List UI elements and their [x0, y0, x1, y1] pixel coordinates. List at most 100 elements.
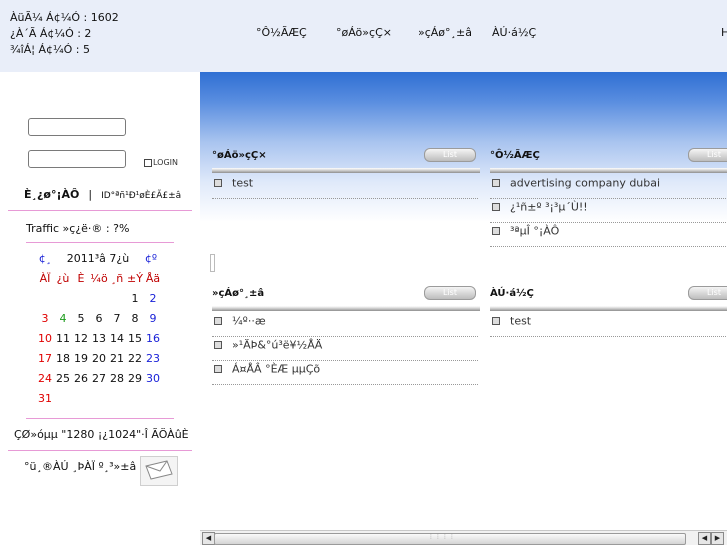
calendar-day[interactable]: 11: [54, 332, 72, 345]
calendar-day[interactable]: 6: [90, 312, 108, 325]
prev-month-icon[interactable]: ¢¸: [36, 252, 54, 265]
list-item: ¼º··æ: [212, 314, 478, 337]
checkbox-icon: [144, 158, 152, 167]
calendar-day[interactable]: 17: [36, 352, 54, 365]
nav-cut-item[interactable]: H: [721, 26, 727, 39]
calendar-week: 31: [36, 392, 166, 410]
resolution-note: ÇØ»óµµ "1280 ¡¿1024"·Î ÃÖÀûÈ­: [14, 428, 189, 441]
calendar-day[interactable]: 25: [54, 372, 72, 385]
calendar-day[interactable]: 21: [108, 352, 126, 365]
next-month-icon[interactable]: ¢º: [142, 252, 160, 265]
notice-board: °øÁö»çÇ× List test: [212, 148, 482, 270]
calendar-day[interactable]: 3: [36, 312, 54, 325]
horizontal-scrollbar[interactable]: ◀ ⋮⋮⋮⋮ ◀ ▶: [200, 530, 727, 545]
password-input[interactable]: [28, 150, 126, 168]
post-link[interactable]: ¼º··æ: [232, 315, 266, 328]
calendar-day[interactable]: 15: [126, 332, 144, 345]
weekday-label: ±Ý: [127, 272, 143, 285]
calendar-day[interactable]: 10: [36, 332, 54, 345]
calendar-day[interactable]: 14: [108, 332, 126, 345]
post-link[interactable]: ¿¹ñ±º ³¡³µ´Ù!!: [510, 201, 588, 214]
calendar-header: ¢¸ 2011³â 7¿ù ¢º: [36, 252, 166, 270]
calendar-day[interactable]: 9: [144, 312, 162, 325]
yesterday-visits: ¾îÁ¦ Á¢¼Ó : 5: [10, 43, 90, 56]
traffic-usage: Traffic »ç¿ë·® : ?%: [26, 222, 130, 235]
board-title[interactable]: °øÁö»çÇ×: [212, 150, 267, 164]
board-title[interactable]: °Ô½ÃÆÇ: [490, 150, 540, 164]
post-link[interactable]: test: [510, 315, 531, 328]
weekday-label: ¼ö: [90, 272, 108, 285]
calendar-day[interactable]: 30: [144, 372, 162, 385]
list-item: test: [212, 176, 478, 199]
join-link[interactable]: È¸¿ø°¡ÀÔ: [24, 188, 79, 201]
scroll-right-icon[interactable]: ▶: [711, 532, 724, 545]
calendar-day[interactable]: 27: [90, 372, 108, 385]
list-button[interactable]: List: [688, 286, 727, 300]
find-id-link[interactable]: ID°ªñ¹Ð¹øÈ£Ã£±â: [101, 191, 181, 201]
list-item: ³ªµÎ °¡ÀÔ: [490, 224, 726, 247]
nav-archive[interactable]: ÀÚ·á½Ç: [492, 26, 536, 39]
post-link[interactable]: ³ªµÎ °¡ÀÔ: [510, 225, 559, 238]
calendar-day[interactable]: 28: [108, 372, 126, 385]
bullet-icon: [214, 341, 222, 349]
calendar-day[interactable]: 12: [72, 332, 90, 345]
nav-gallery[interactable]: »çÁø°¸±â: [418, 26, 472, 39]
list-button[interactable]: List: [424, 148, 476, 162]
calendar-day[interactable]: 22: [126, 352, 144, 365]
calendar-day[interactable]: 1: [126, 292, 144, 305]
calendar-day[interactable]: 24: [36, 372, 54, 385]
sidebar: LOGIN È¸¿ø°¡ÀÔ | ID°ªñ¹Ð¹øÈ£Ã£±â Traffic »…: [0, 72, 200, 532]
calendar-day[interactable]: 31: [36, 392, 54, 405]
divider: [8, 210, 192, 211]
calendar-day[interactable]: 20: [90, 352, 108, 365]
calendar-day[interactable]: 26: [72, 372, 90, 385]
scroll-left-icon[interactable]: ◀: [698, 532, 711, 545]
calendar-day[interactable]: 5: [72, 312, 90, 325]
list-item: test: [490, 314, 726, 337]
envelope-icon[interactable]: [140, 456, 178, 486]
board-header-bar: [212, 168, 480, 173]
bullet-icon: [214, 365, 222, 373]
post-link[interactable]: »¹ÄÞ&°ú³ë¥½ÅÄ: [232, 339, 322, 352]
list-item: »¹ÄÞ&°ú³ë¥½ÅÄ: [212, 338, 478, 361]
board-title[interactable]: ÀÚ·á½Ç: [490, 288, 534, 302]
archive-board: ÀÚ·á½Ç List test: [490, 286, 727, 408]
calendar-day[interactable]: 8: [126, 312, 144, 325]
nav-notice[interactable]: °øÁö»çÇ×: [336, 26, 392, 39]
board-header-bar: [490, 168, 727, 173]
calendar-day[interactable]: 7: [108, 312, 126, 325]
list-button[interactable]: List: [688, 148, 727, 162]
main-content: °øÁö»çÇ× List test °Ô½ÃÆÇ List advertising co…: [200, 72, 727, 532]
admin-mail-link[interactable]: °ü¸®ÀÚ ¸ÞÀÏ º¸³»±â: [24, 460, 136, 473]
divider: [26, 418, 174, 419]
calendar-day[interactable]: 16: [144, 332, 162, 345]
nav-board[interactable]: °Ô½ÃÆÇ: [256, 26, 307, 39]
bullet-icon: [492, 203, 500, 211]
weekday-label: Åä: [145, 272, 161, 285]
calendar-day[interactable]: 18: [54, 352, 72, 365]
list-button[interactable]: List: [424, 286, 476, 300]
board-title[interactable]: »çÁø°¸±â: [212, 288, 264, 302]
calendar-day[interactable]: 13: [90, 332, 108, 345]
calendar-day[interactable]: 2: [144, 292, 162, 305]
link-separator: |: [88, 188, 93, 201]
username-input[interactable]: [28, 118, 126, 136]
bullet-icon: [492, 227, 500, 235]
calendar-day[interactable]: 4: [54, 312, 72, 325]
gallery-board: »çÁø°¸±â List ¼º··æ »¹ÄÞ&°ú³ë¥½ÅÄ Á¤ÅÂ °ÈÆ µ…: [212, 286, 482, 408]
calendar-day[interactable]: 23: [144, 352, 162, 365]
post-link[interactable]: advertising company dubai: [510, 177, 660, 190]
text-caret: [210, 254, 215, 272]
calendar-day[interactable]: 19: [72, 352, 90, 365]
list-item: Á¤ÅÂ °ÈÆ µµÇõ: [212, 362, 478, 385]
list-item: ¿¹ñ±º ³¡³µ´Ù!!: [490, 200, 726, 223]
calendar-title: 2011³â 7¿ù: [66, 252, 130, 265]
login-button[interactable]: LOGIN: [144, 158, 178, 167]
post-link[interactable]: Á¤ÅÂ °ÈÆ µµÇõ: [232, 363, 320, 376]
top-nav: °Ô½ÃÆÇ °øÁö»çÇ× »çÁø°¸±â ÀÚ·á½Ç H: [0, 26, 727, 42]
divider: [26, 242, 174, 243]
calendar-day[interactable]: 29: [126, 372, 144, 385]
post-link[interactable]: test: [232, 177, 253, 190]
list-item: advertising company dubai: [490, 176, 726, 199]
bullet-icon: [214, 317, 222, 325]
